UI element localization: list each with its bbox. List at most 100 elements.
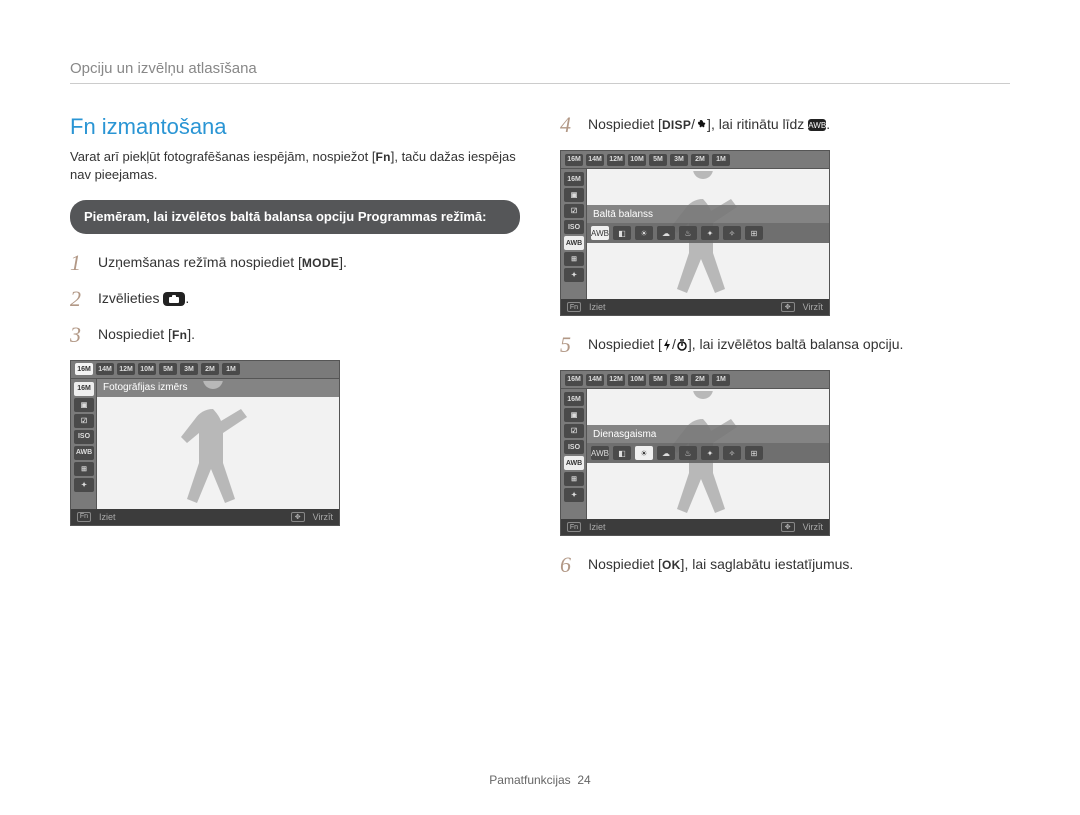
wb-icon: ⊞ [745, 446, 763, 460]
awb-icon: AWB [808, 119, 826, 131]
side-icon: ✦ [74, 478, 94, 492]
lcd-bottom-bar: Fn Iziet ✥ Virzīt [561, 299, 829, 315]
side-icon: ☑ [564, 204, 584, 218]
size-icon: 16M [565, 374, 583, 386]
side-icon: 16M [564, 172, 584, 186]
size-icon: 12M [117, 363, 135, 375]
nav-icon: ✥ [291, 512, 305, 522]
step-text: Uzņemšanas režīmā nospiediet [MODE]. [98, 252, 347, 270]
size-icon: 14M [586, 374, 604, 386]
intro-before: Varat arī piekļūt fotografēšanas iespējā… [70, 149, 372, 164]
flash-icon [662, 336, 672, 352]
camera-p-icon [163, 292, 185, 306]
wb-icon: ⊞ [745, 226, 763, 240]
nav-icon: ✥ [781, 302, 795, 312]
move-label: Virzīt [803, 522, 823, 532]
example-pill: Piemēram, lai izvēlētos baltā balansa op… [70, 200, 520, 234]
step-number: 5 [560, 334, 578, 356]
lcd-top-row: 16M 14M 12M 10M 5M 3M 2M 1M [561, 371, 829, 389]
size-icon: 16M [565, 154, 583, 166]
side-icon: ⊞ [74, 462, 94, 476]
fn-icon: Fn [77, 512, 91, 522]
exit-label: Iziet [589, 302, 606, 312]
step-4: 4 Nospiediet [DISP/], lai ritinātu līdz … [560, 114, 1010, 136]
flower-icon [695, 116, 707, 132]
side-icon: ✦ [564, 268, 584, 282]
left-column: Fn izmantošana Varat arī piekļūt fotogra… [70, 114, 520, 590]
size-icon: 16M [75, 363, 93, 375]
lcd-screenshot-daylight: 16M 14M 12M 10M 5M 3M 2M 1M 16M ▣ ☑ ISO … [560, 370, 830, 536]
side-icon: AWB [564, 236, 584, 250]
side-icon: ISO [564, 220, 584, 234]
side-icon: ⊞ [564, 472, 584, 486]
side-icon: 16M [74, 382, 94, 396]
step-text: Nospiediet [OK], lai saglabātu iestatīju… [588, 554, 853, 572]
size-icon: 12M [607, 154, 625, 166]
size-icon: 3M [670, 374, 688, 386]
wb-icon: ☀ [635, 446, 653, 460]
size-icon: 10M [628, 154, 646, 166]
size-icon: 10M [628, 374, 646, 386]
exit-label: Iziet [589, 522, 606, 532]
side-icon: ISO [74, 430, 94, 444]
size-icon: 1M [222, 363, 240, 375]
wb-icon: AWB [591, 226, 609, 240]
wb-icon: AWB [591, 446, 609, 460]
lcd-top-row: 16M 14M 12M 10M 5M 3M 2M 1M [561, 151, 829, 169]
lcd-bottom-bar: Fn Iziet ✥ Virzīt [561, 519, 829, 535]
lcd-screenshot-white-balance: 16M 14M 12M 10M 5M 3M 2M 1M 16M ▣ ☑ ISO … [560, 150, 830, 316]
intro-text: Varat arī piekļūt fotografēšanas iespējā… [70, 148, 520, 184]
side-icon: ☑ [564, 424, 584, 438]
size-icon: 14M [586, 154, 604, 166]
side-icon: ▣ [564, 408, 584, 422]
size-icon: 1M [712, 374, 730, 386]
size-icon: 5M [649, 154, 667, 166]
wb-icon: ✦ [701, 226, 719, 240]
size-icon: 12M [607, 374, 625, 386]
size-icon: 3M [180, 363, 198, 375]
wb-icon: ☁ [657, 226, 675, 240]
side-icon: ⊞ [564, 252, 584, 266]
side-icon: ▣ [564, 188, 584, 202]
side-icon: ▣ [74, 398, 94, 412]
move-label: Virzīt [313, 512, 333, 522]
wb-icon: ☁ [657, 446, 675, 460]
step-number: 6 [560, 554, 578, 576]
lcd-top-row: 16M 14M 12M 10M 5M 3M 2M 1M [71, 361, 339, 379]
step-number: 2 [70, 288, 88, 310]
lcd-bottom-bar: Fn Iziet ✥ Virzīt [71, 509, 339, 525]
side-icon: ☑ [74, 414, 94, 428]
side-icon: AWB [74, 446, 94, 460]
step-text: Nospiediet [DISP/], lai ritinātu līdz AW… [588, 114, 830, 132]
size-icon: 3M [670, 154, 688, 166]
wb-icon: ♨ [679, 446, 697, 460]
timer-icon [676, 336, 688, 352]
step-text: Izvēlieties . [98, 288, 189, 306]
lcd-side-column: 16M ▣ ☑ ISO AWB ⊞ ✦ [561, 389, 587, 519]
breadcrumb: Opciju un izvēlņu atlasīšana [70, 60, 1010, 84]
step-number: 3 [70, 324, 88, 346]
size-icon: 14M [96, 363, 114, 375]
fn-key: Fn [375, 150, 390, 164]
size-icon: 5M [159, 363, 177, 375]
size-icon: 2M [691, 374, 709, 386]
wb-icon: ✧ [723, 446, 741, 460]
lcd-screenshot-photo-size: 16M 14M 12M 10M 5M 3M 2M 1M 16M ▣ ☑ ISO … [70, 360, 340, 526]
right-column: 4 Nospiediet [DISP/], lai ritinātu līdz … [560, 114, 1010, 590]
fn-key: Fn [172, 328, 187, 342]
disp-key: DISP [662, 118, 691, 132]
footer-label: Pamatfunkcijas [489, 773, 570, 787]
side-icon: ISO [564, 440, 584, 454]
wb-icon: ✧ [723, 226, 741, 240]
size-icon: 10M [138, 363, 156, 375]
wb-icon: ☀ [635, 226, 653, 240]
wb-icon: ✦ [701, 446, 719, 460]
step-1: 1 Uzņemšanas režīmā nospiediet [MODE]. [70, 252, 520, 274]
page-footer: Pamatfunkcijas 24 [0, 773, 1080, 787]
wb-icon: ♨ [679, 226, 697, 240]
lcd-label: Baltā balanss [587, 205, 829, 223]
lcd-side-column: 16M ▣ ☑ ISO AWB ⊞ ✦ [561, 169, 587, 299]
person-silhouette-icon [168, 381, 258, 509]
side-icon: 16M [564, 392, 584, 406]
size-icon: 2M [201, 363, 219, 375]
